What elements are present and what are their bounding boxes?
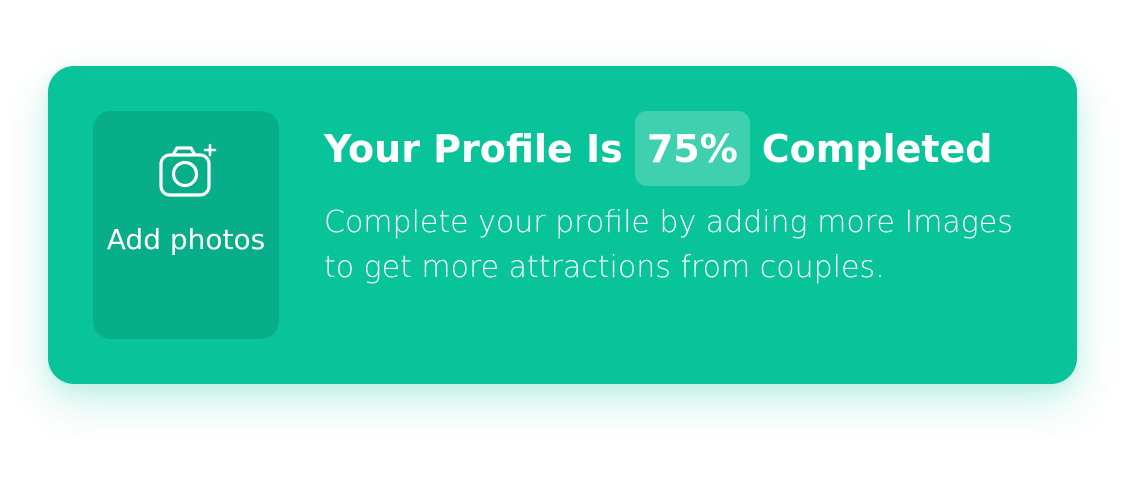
profile-completion-card: Add photos Your Profile Is 75% Completed… (48, 66, 1077, 384)
title-prefix: Your Profile Is (324, 126, 623, 171)
add-photos-label: Add photos (106, 223, 266, 256)
completion-percent-badge: 75% (634, 111, 750, 186)
title-suffix: Completed (761, 126, 993, 171)
add-photos-button[interactable]: Add photos (93, 111, 279, 339)
completion-title: Your Profile Is 75% Completed (324, 111, 1054, 186)
completion-content: Your Profile Is 75% Completed Complete y… (324, 111, 1054, 290)
camera-plus-icon (159, 143, 217, 197)
completion-description: Complete your profile by adding more Ima… (324, 205, 1013, 285)
